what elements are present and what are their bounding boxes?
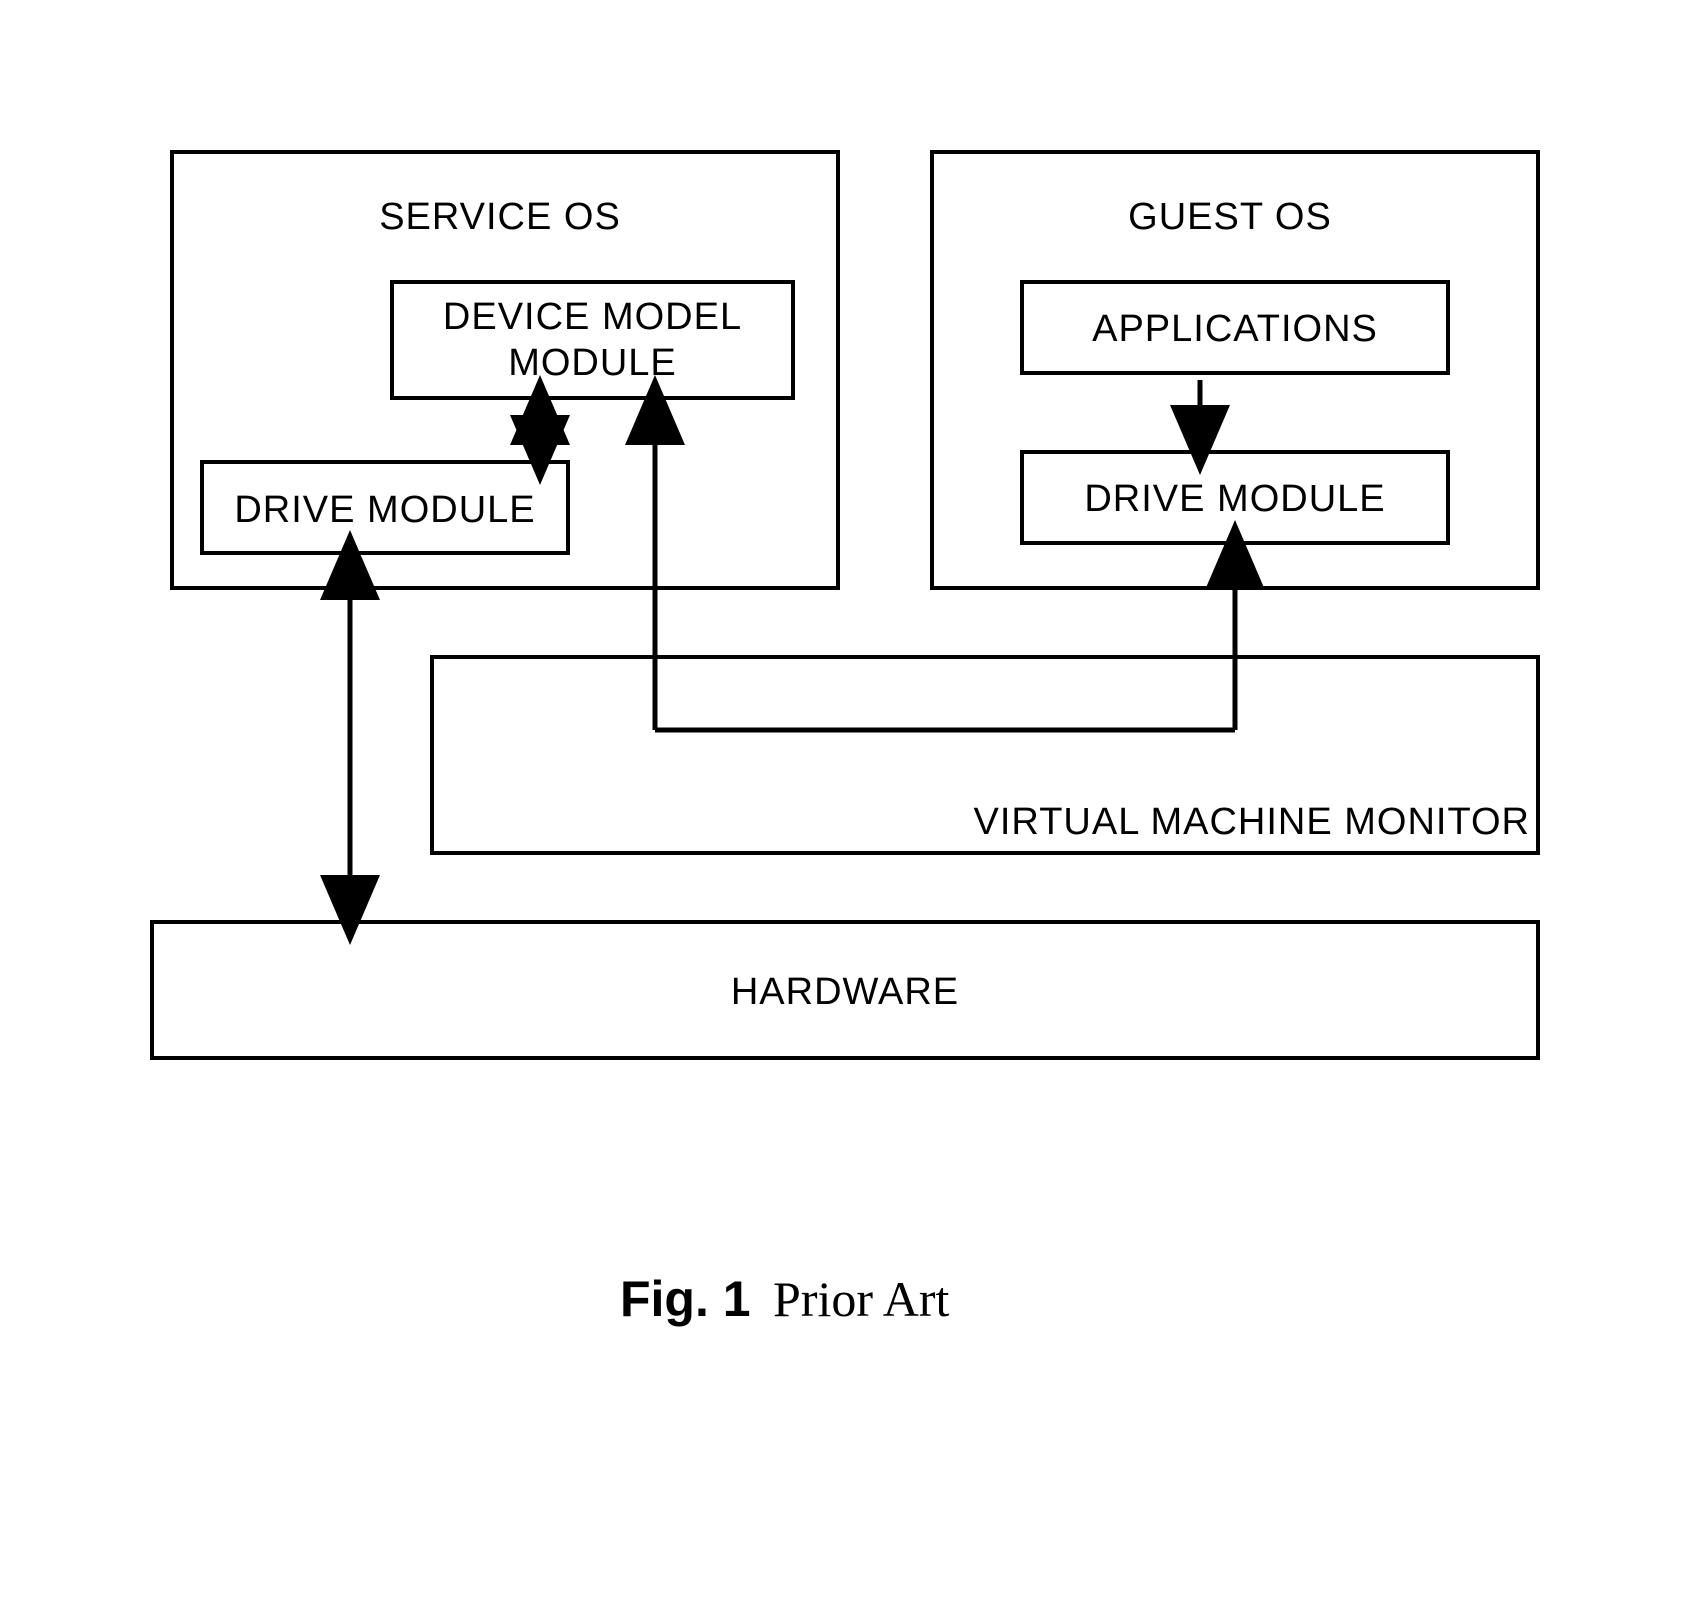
hardware-label: HARDWARE bbox=[150, 970, 1540, 1016]
guest-os-title: GUEST OS bbox=[1080, 195, 1380, 241]
device-model-label: DEVICE MODEL MODULE bbox=[390, 295, 795, 386]
figure-number: Fig. 1 bbox=[620, 1271, 751, 1327]
figure-caption: Fig. 1 Prior Art bbox=[620, 1270, 949, 1328]
applications-label: APPLICATIONS bbox=[1020, 307, 1450, 353]
guest-drive-label: DRIVE MODULE bbox=[1020, 477, 1450, 523]
vmm-label: VIRTUAL MACHINE MONITOR bbox=[930, 800, 1530, 846]
service-os-title: SERVICE OS bbox=[340, 195, 660, 241]
prior-art-label: Prior Art bbox=[773, 1271, 949, 1327]
service-drive-label: DRIVE MODULE bbox=[200, 488, 570, 534]
